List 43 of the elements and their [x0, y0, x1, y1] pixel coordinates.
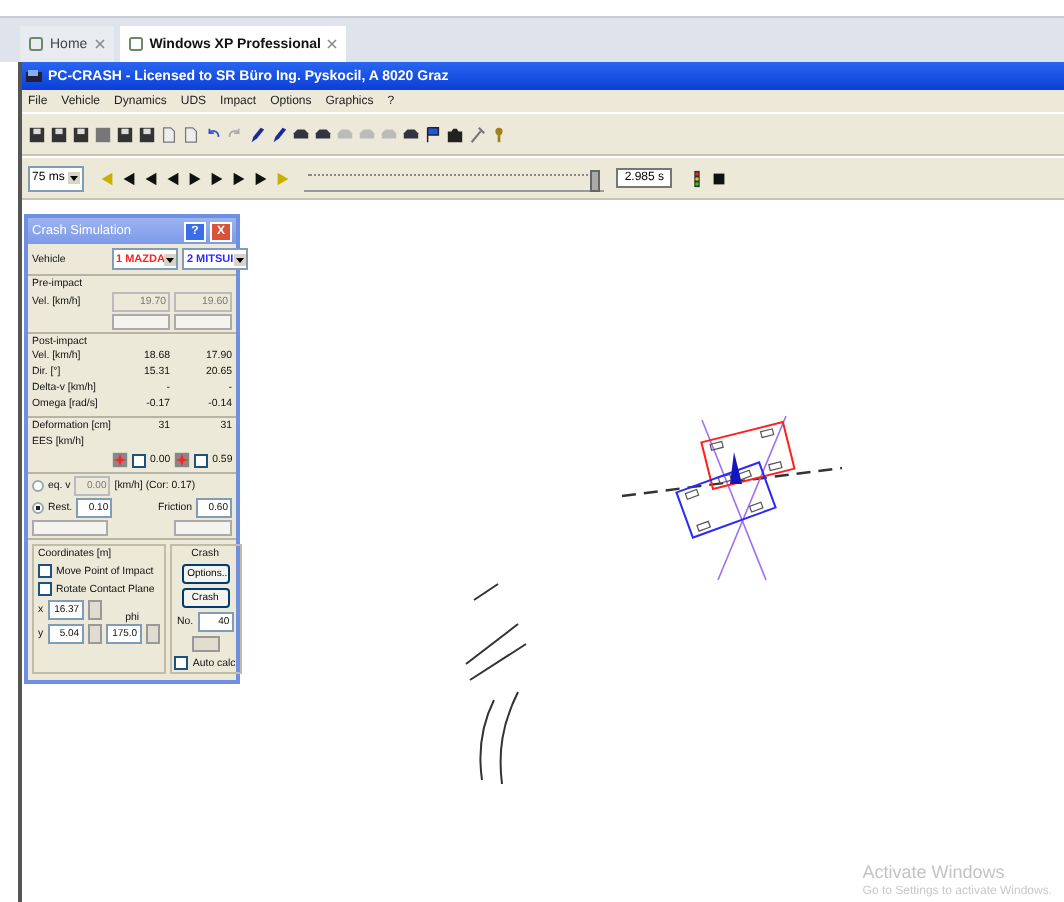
checkbox[interactable] — [38, 582, 52, 596]
skip-forward-icon[interactable] — [252, 169, 271, 187]
rewind-icon[interactable] — [142, 169, 161, 187]
undo-icon[interactable] — [204, 125, 222, 143]
burst-icon[interactable] — [174, 452, 191, 468]
camera-icon[interactable] — [446, 125, 464, 143]
floppy-icon[interactable] — [138, 125, 156, 143]
step-back-icon[interactable] — [120, 169, 139, 187]
close-icon[interactable] — [326, 38, 339, 50]
impulse-arrow — [730, 452, 742, 484]
floppy-icon[interactable] — [116, 125, 134, 143]
activation-notice: Activate Windows — [862, 862, 1007, 882]
radio-button[interactable] — [32, 502, 44, 514]
page-icon — [127, 36, 144, 52]
back-icon[interactable] — [164, 169, 183, 187]
checkbox[interactable] — [194, 453, 209, 467]
floppy-icon[interactable] — [50, 125, 68, 143]
caret-icon — [164, 253, 177, 265]
wrench-icon[interactable] — [468, 125, 486, 143]
page-icon — [28, 36, 44, 52]
radio-button[interactable] — [32, 480, 44, 492]
vehicle-outline[interactable] — [675, 461, 777, 539]
forward-icon[interactable] — [186, 169, 205, 187]
floppy-icon[interactable] — [72, 125, 90, 143]
key-icon[interactable] — [490, 125, 508, 143]
checkbox[interactable] — [132, 453, 146, 467]
time-slider[interactable] — [304, 165, 605, 191]
scrollbar[interactable] — [174, 520, 232, 536]
checkbox[interactable] — [174, 656, 189, 670]
checkbox[interactable] — [38, 564, 52, 578]
flag-icon[interactable] — [424, 125, 442, 143]
caret-icon — [68, 172, 81, 184]
scrollbar[interactable] — [112, 314, 170, 330]
caret-icon — [233, 253, 246, 265]
stop-icon[interactable] — [710, 169, 729, 187]
scrollbar[interactable] — [32, 520, 108, 536]
close-icon[interactable] — [93, 38, 106, 50]
floppy-icon[interactable] — [28, 125, 46, 143]
scrollbar[interactable] — [174, 314, 232, 330]
step-forward-icon[interactable] — [230, 169, 249, 187]
fast-forward-icon[interactable] — [208, 169, 227, 187]
app-icon — [26, 68, 42, 84]
vehicle-outline[interactable] — [700, 420, 796, 491]
